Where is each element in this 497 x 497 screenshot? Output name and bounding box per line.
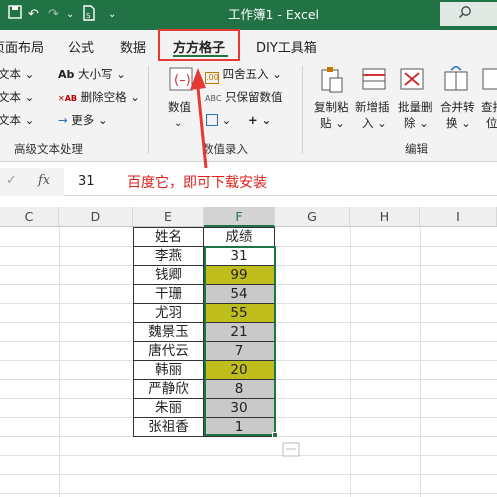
ribbon-tabs: 页面布局 公式 数据 方方格子 DIY工具箱 — [0, 30, 497, 60]
save-icon[interactable] — [8, 5, 22, 26]
enter-check-icon[interactable]: ✓ — [6, 173, 17, 188]
delete-label-1[interactable]: 批量删 — [398, 100, 433, 115]
annotation-arrow — [190, 68, 208, 169]
tab-formulas[interactable]: 公式 — [68, 37, 94, 56]
fill-handle[interactable] — [272, 432, 278, 438]
text-menu-2[interactable]: 文本 ⌄ — [0, 90, 34, 105]
name-cell[interactable]: 严静欣 — [133, 380, 204, 399]
tab-data[interactable]: 数据 — [120, 37, 146, 56]
column-header-f[interactable]: F — [204, 207, 275, 227]
grid-line — [59, 227, 60, 497]
more-button[interactable]: → 更多 ⌄ — [58, 113, 108, 128]
find-locate-icon[interactable] — [481, 66, 497, 92]
group-label-text: 高级文本处理 — [14, 142, 83, 156]
text-menu-3[interactable]: 文本 ⌄ — [0, 113, 34, 128]
case-button[interactable]: Ab 大小写 ⌄ — [58, 67, 126, 82]
find-label-1[interactable]: 查找 — [481, 100, 497, 115]
insert-label-2[interactable]: 入 ⌄ — [362, 116, 387, 131]
delete-label-2[interactable]: 除 ⌄ — [404, 116, 429, 131]
ribbon-separator — [302, 66, 303, 154]
search-icon — [458, 6, 471, 19]
formula-input[interactable]: 31 — [78, 174, 95, 189]
grid-line — [350, 227, 351, 497]
undo-icon[interactable]: ↶ — [28, 5, 39, 25]
column-header-g[interactable]: G — [275, 207, 350, 227]
name-cell[interactable]: 韩丽 — [133, 361, 204, 380]
header-score[interactable]: 成绩 — [204, 227, 275, 247]
copy-paste-label-1[interactable]: 复制粘 — [314, 100, 349, 115]
column-header-e[interactable]: E — [133, 207, 204, 227]
name-cell[interactable]: 李燕 — [133, 247, 204, 266]
window-title: 工作簿1 - Excel — [228, 7, 320, 22]
value-dropdown-icon[interactable]: ⌄ — [174, 116, 182, 131]
merge-convert-icon[interactable] — [443, 64, 469, 92]
tab-diy-toolbox[interactable]: DIY工具箱 — [256, 37, 317, 56]
ribbon-separator — [148, 66, 149, 154]
selection-border — [204, 246, 276, 436]
add-button[interactable]: + ⌄ — [248, 113, 271, 128]
copy-paste-icon[interactable] — [318, 66, 344, 93]
merge-label-1[interactable]: 合并转 — [440, 100, 475, 115]
delete-space-icon: ✕AB — [58, 94, 77, 103]
grid-line — [420, 227, 421, 497]
arrow-right-icon: → — [58, 113, 68, 127]
customize-quickaccess-icon[interactable]: ⌄ — [108, 5, 116, 25]
name-cell[interactable]: 张祖香 — [133, 418, 204, 437]
column-header-d[interactable]: D — [59, 207, 133, 227]
title-bar: ↶ ↷ ⌄ S ⌄ 工作簿1 - Excel — [0, 0, 497, 30]
annotation-text: 百度它，即可下载安装 — [127, 175, 267, 191]
file-icon[interactable]: S — [82, 5, 96, 28]
grid-line — [0, 455, 497, 456]
quick-analysis-icon[interactable] — [282, 442, 302, 458]
find-label-2[interactable]: 位 — [486, 116, 497, 131]
redo-dropdown-icon[interactable]: ⌄ — [66, 5, 74, 25]
name-cell[interactable]: 唐代云 — [133, 342, 204, 361]
name-cell[interactable]: 干珊 — [133, 285, 204, 304]
insert-label-1[interactable]: 新增插 — [355, 100, 390, 115]
delete-space-button[interactable]: ✕AB 删除空格 ⌄ — [58, 90, 140, 106]
column-header-i[interactable]: I — [420, 207, 497, 227]
grid-line — [0, 493, 497, 494]
header-name[interactable]: 姓名 — [133, 227, 204, 247]
name-cell[interactable]: 钱卿 — [133, 266, 204, 285]
svg-text:S: S — [86, 12, 91, 20]
group-label-edit: 编辑 — [405, 142, 428, 156]
tab-page-layout[interactable]: 页面布局 — [0, 37, 44, 56]
column-header-c[interactable]: C — [0, 207, 59, 227]
search-box[interactable] — [440, 2, 497, 26]
merge-label-2[interactable]: 换 ⌄ — [446, 116, 471, 131]
name-cell[interactable]: 朱丽 — [133, 399, 204, 418]
copy-paste-label-2[interactable]: 贴 ⌄ — [320, 116, 345, 131]
text-menu-1[interactable]: 文本 ⌄ — [0, 67, 34, 82]
name-cell[interactable]: 魏景玉 — [133, 323, 204, 342]
formula-controls: ✓ fx — [0, 168, 64, 196]
name-cell[interactable]: 尤羽 — [133, 304, 204, 323]
insert-icon[interactable] — [361, 66, 387, 92]
column-header-h[interactable]: H — [350, 207, 420, 227]
annotation-highlight-box — [158, 29, 240, 61]
grid-line — [0, 474, 497, 475]
case-icon: Ab — [58, 68, 75, 81]
delete-icon[interactable] — [399, 66, 425, 92]
fx-icon[interactable]: fx — [38, 173, 50, 188]
redo-icon[interactable]: ↷ — [48, 5, 59, 25]
